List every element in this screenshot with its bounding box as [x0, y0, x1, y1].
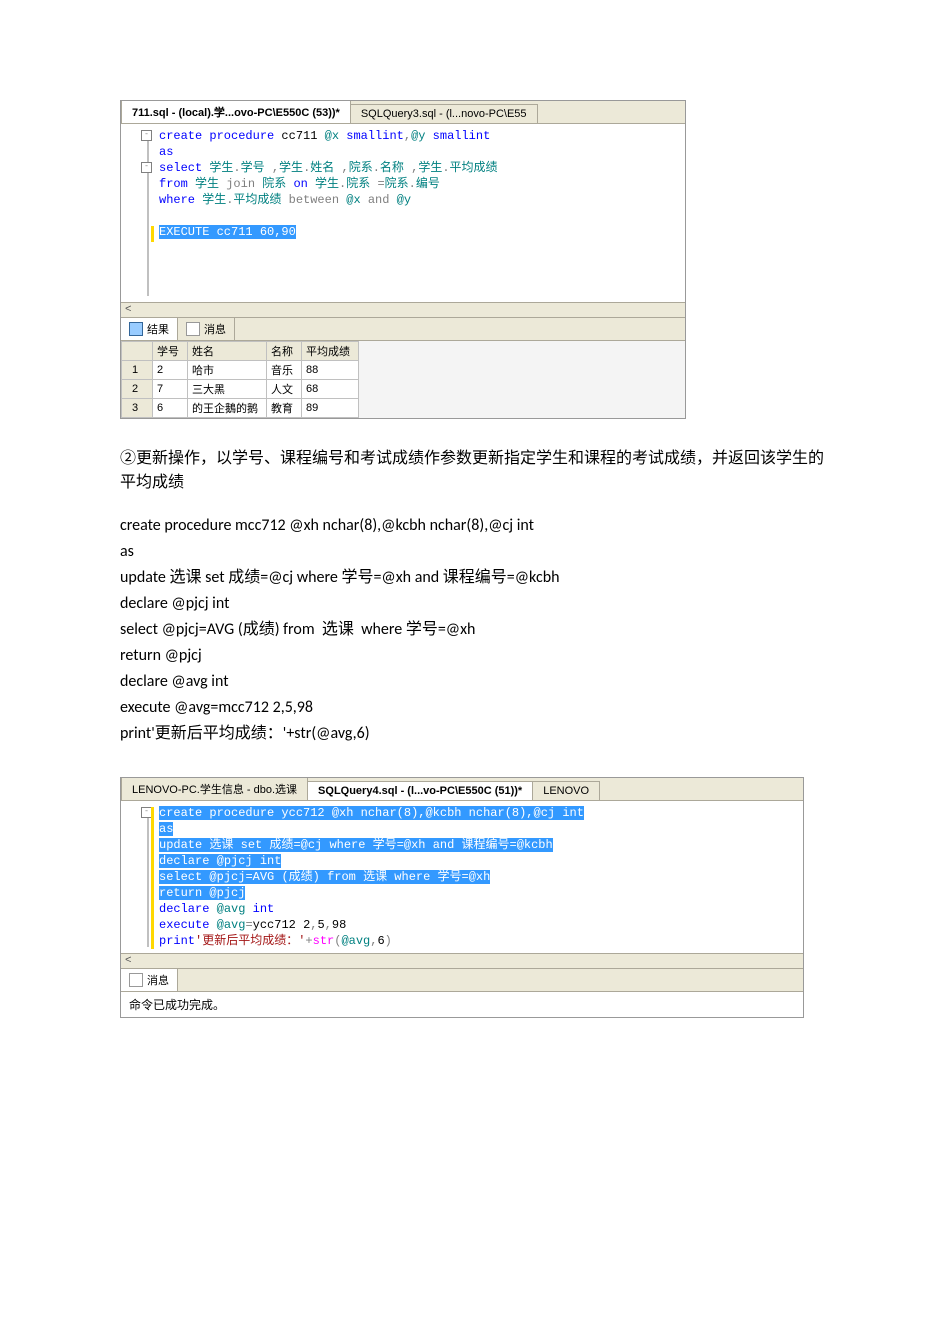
- editor-tab-strip: 711.sql - (local).学...ovo-PC\E550C (53))…: [121, 101, 685, 124]
- editor-tab-inactive[interactable]: SQLQuery3.sql - (l...novo-PC\E55: [350, 104, 538, 123]
- sql-editor[interactable]: - - create procedure cc711 @x smallint,@…: [121, 124, 685, 302]
- results-grid-icon: [129, 322, 143, 336]
- results-tab[interactable]: 结果: [121, 318, 178, 340]
- col-header: 学号: [153, 342, 188, 361]
- table-row[interactable]: 1 2 哈市 音乐 88: [122, 361, 359, 380]
- messages-icon: [129, 973, 143, 987]
- col-header: 姓名: [188, 342, 267, 361]
- messages-icon: [186, 322, 200, 336]
- editor-gutter: - -: [127, 128, 159, 298]
- col-header: 名称: [267, 342, 302, 361]
- editor-tab-active[interactable]: SQLQuery4.sql - (l...vo-PC\E550C (51))*: [307, 781, 533, 800]
- table-row[interactable]: 3 6 的王企鵝的鹅 教育 89: [122, 399, 359, 418]
- col-header: 平均成绩: [302, 342, 359, 361]
- results-tab-strip: 结果 消息: [121, 317, 685, 341]
- ssms-screenshot-1: 711.sql - (local).学...ovo-PC\E550C (53))…: [120, 100, 686, 419]
- results-grid[interactable]: 学号 姓名 名称 平均成绩 1 2 哈市 音乐 88 2 7 三大黑 人文 68…: [121, 341, 359, 418]
- horizontal-scroll-hint[interactable]: <: [121, 302, 685, 317]
- horizontal-scroll-hint[interactable]: <: [121, 953, 803, 968]
- sql-code: create procedure cc711 @x smallint,@y sm…: [159, 128, 681, 298]
- results-header-row: 学号 姓名 名称 平均成绩: [122, 342, 359, 361]
- fold-box-icon[interactable]: -: [141, 130, 152, 141]
- editor-tab[interactable]: LENOVO: [532, 781, 600, 800]
- ssms-screenshot-2: LENOVO-PC.学生信息 - dbo.选课 SQLQuery4.sql - …: [120, 777, 804, 1018]
- table-row[interactable]: 2 7 三大黑 人文 68: [122, 380, 359, 399]
- messages-tab[interactable]: 消息: [178, 318, 235, 340]
- code-listing: create procedure mcc712 @xh nchar(8),@kc…: [120, 513, 825, 747]
- sql-editor[interactable]: - create procedure ycc712 @xh nchar(8),@…: [121, 801, 803, 953]
- fold-box-icon[interactable]: -: [141, 162, 152, 173]
- editor-tab-strip: LENOVO-PC.学生信息 - dbo.选课 SQLQuery4.sql - …: [121, 778, 803, 801]
- editor-tab-active[interactable]: 711.sql - (local).学...ovo-PC\E550C (53))…: [121, 101, 351, 123]
- body-paragraph: ②更新操作，以学号、课程编号和考试成绩作参数更新指定学生和课程的考试成绩，并返回…: [120, 447, 825, 495]
- editor-tab[interactable]: LENOVO-PC.学生信息 - dbo.选课: [121, 778, 308, 800]
- messages-pane: 命令已成功完成。: [121, 992, 803, 1017]
- messages-tab[interactable]: 消息: [121, 969, 178, 991]
- editor-gutter: -: [127, 805, 159, 949]
- sql-code: create procedure ycc712 @xh nchar(8),@kc…: [159, 805, 799, 949]
- results-tab-strip: 消息: [121, 968, 803, 992]
